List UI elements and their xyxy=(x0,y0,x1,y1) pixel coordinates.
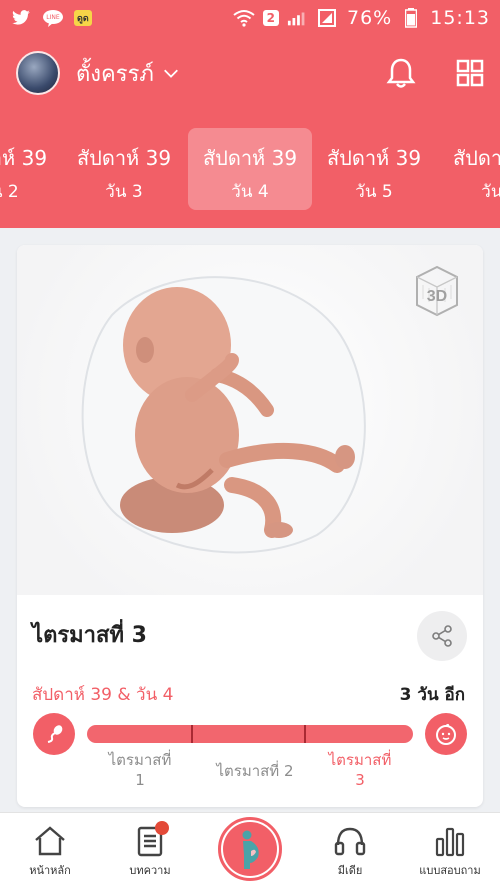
nav-poll[interactable]: แบบสอบถาม xyxy=(405,825,495,879)
svg-text:LINE: LINE xyxy=(46,14,60,21)
twitter-icon xyxy=(10,9,32,27)
app-header: ตั้งครรภ์ xyxy=(0,36,500,110)
line-icon: LINE xyxy=(42,9,64,27)
battery-percent: 76% xyxy=(347,7,393,29)
birth-button[interactable] xyxy=(425,713,467,755)
pregnancy-progress-bar xyxy=(87,725,413,743)
pregnancy-icon xyxy=(242,830,259,869)
trimester-label-3: ไตรมาสที่ 3 xyxy=(328,751,392,789)
signal-2-icon xyxy=(317,9,339,27)
wifi-icon xyxy=(233,9,255,27)
grid-icon[interactable] xyxy=(456,59,484,87)
app-badge-icon: ดูด xyxy=(74,10,92,26)
battery-icon xyxy=(400,8,422,28)
profile-name[interactable]: ตั้งครรภ์ xyxy=(76,56,154,91)
trimester-label-2: ไตรมาสที่ 2 xyxy=(216,762,294,780)
days-left: 3 วัน อีก xyxy=(399,685,465,705)
3d-badge-icon[interactable]: 3D xyxy=(409,263,465,319)
share-button[interactable] xyxy=(417,611,467,661)
conception-button[interactable] xyxy=(33,713,75,755)
svg-text:3D: 3D xyxy=(427,288,447,305)
poll-icon xyxy=(435,827,465,857)
week-day-item-selected[interactable]: สัปดาห์ 39 วัน 4 xyxy=(188,128,312,210)
bell-icon[interactable] xyxy=(386,57,416,89)
trimester-divider xyxy=(191,725,193,743)
nav-pregnancy[interactable] xyxy=(218,817,282,881)
week-day-item[interactable]: สัปดาห์ 39 วัน 2 xyxy=(0,128,62,210)
notification-dot xyxy=(155,821,169,835)
nav-media[interactable]: มีเดีย xyxy=(305,825,395,879)
clock: 15:13 xyxy=(430,7,490,29)
sim-indicator: 2 xyxy=(262,10,279,26)
nav-home[interactable]: หน้าหลัก xyxy=(5,825,95,879)
fetus-3d-view[interactable]: 3D xyxy=(17,245,483,595)
week-day-item[interactable]: สัปดาห์ 39 วัน 5 xyxy=(312,128,436,210)
status-bar: LINE ดูด 2 76% 15:13 xyxy=(0,0,500,36)
share-icon xyxy=(432,625,452,647)
trimester-title: ไตรมาสที่ 3 xyxy=(32,623,147,648)
signal-icon xyxy=(287,9,309,27)
fetus-card: 3D ไตรมาสที่ 3 สัปดาห์ 39 & วัน 4 3 วัน … xyxy=(17,245,483,807)
week-day-item[interactable]: สัปดาห์ 39 วัน 3 xyxy=(62,128,186,210)
trimester-divider xyxy=(304,725,306,743)
nav-articles[interactable]: บทความ xyxy=(105,821,195,879)
week-day-selector[interactable]: สัปดาห์ 39 วัน 2 สัปดาห์ 39 วัน 3 สัปดาห… xyxy=(0,110,500,228)
current-week-day: สัปดาห์ 39 & วัน 4 xyxy=(32,685,174,705)
week-day-item[interactable]: สัปดาห์ 39 วัน 6 xyxy=(438,128,500,210)
bottom-navigation: หน้าหลัก บทความ มีเดีย แบบสอบถาม xyxy=(0,812,500,889)
headphones-icon xyxy=(334,827,366,856)
chevron-down-icon[interactable] xyxy=(162,64,180,82)
avatar[interactable] xyxy=(16,51,60,95)
baby-face-icon xyxy=(436,723,456,745)
home-icon xyxy=(35,826,65,856)
trimester-label-1: ไตรมาสที่ 1 xyxy=(108,751,172,789)
sperm-icon xyxy=(47,725,63,743)
